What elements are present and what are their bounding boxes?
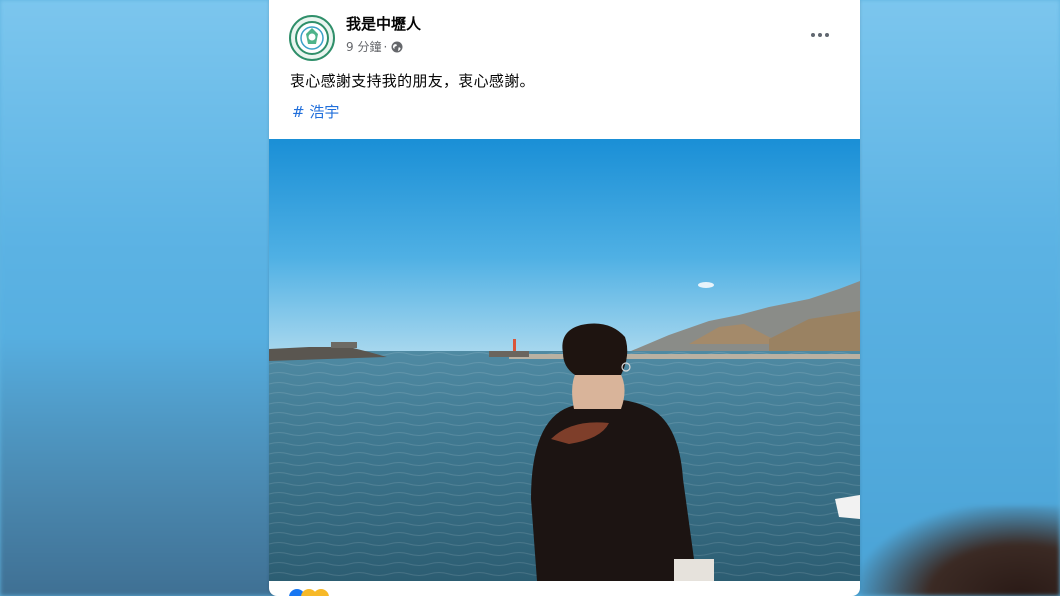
more-options-button[interactable]	[807, 24, 833, 46]
post-text: 衷心感謝支持我的朋友，衷心感謝。	[290, 72, 535, 90]
more-horizontal-icon	[811, 33, 815, 37]
post-meta: 9 分鐘 ·	[346, 38, 403, 55]
wow-reaction-icon	[313, 589, 329, 596]
page-logo-icon	[295, 21, 329, 55]
post-photo[interactable]	[269, 139, 860, 581]
meta-separator: ·	[383, 39, 388, 54]
post-timestamp-link[interactable]: 9 分鐘	[346, 38, 381, 55]
globe-icon	[391, 41, 403, 52]
page-name-link[interactable]: 我是中壢人	[346, 13, 421, 34]
page-avatar[interactable]	[289, 15, 335, 61]
reaction-icons[interactable]	[289, 589, 349, 596]
hashtag-link[interactable]: # 浩宇	[292, 101, 339, 122]
post-card: 我是中壢人 9 分鐘 · 衷心感謝支持我的朋友，衷心感謝。 # 浩宇	[269, 0, 860, 596]
background-blur-left	[0, 0, 280, 596]
